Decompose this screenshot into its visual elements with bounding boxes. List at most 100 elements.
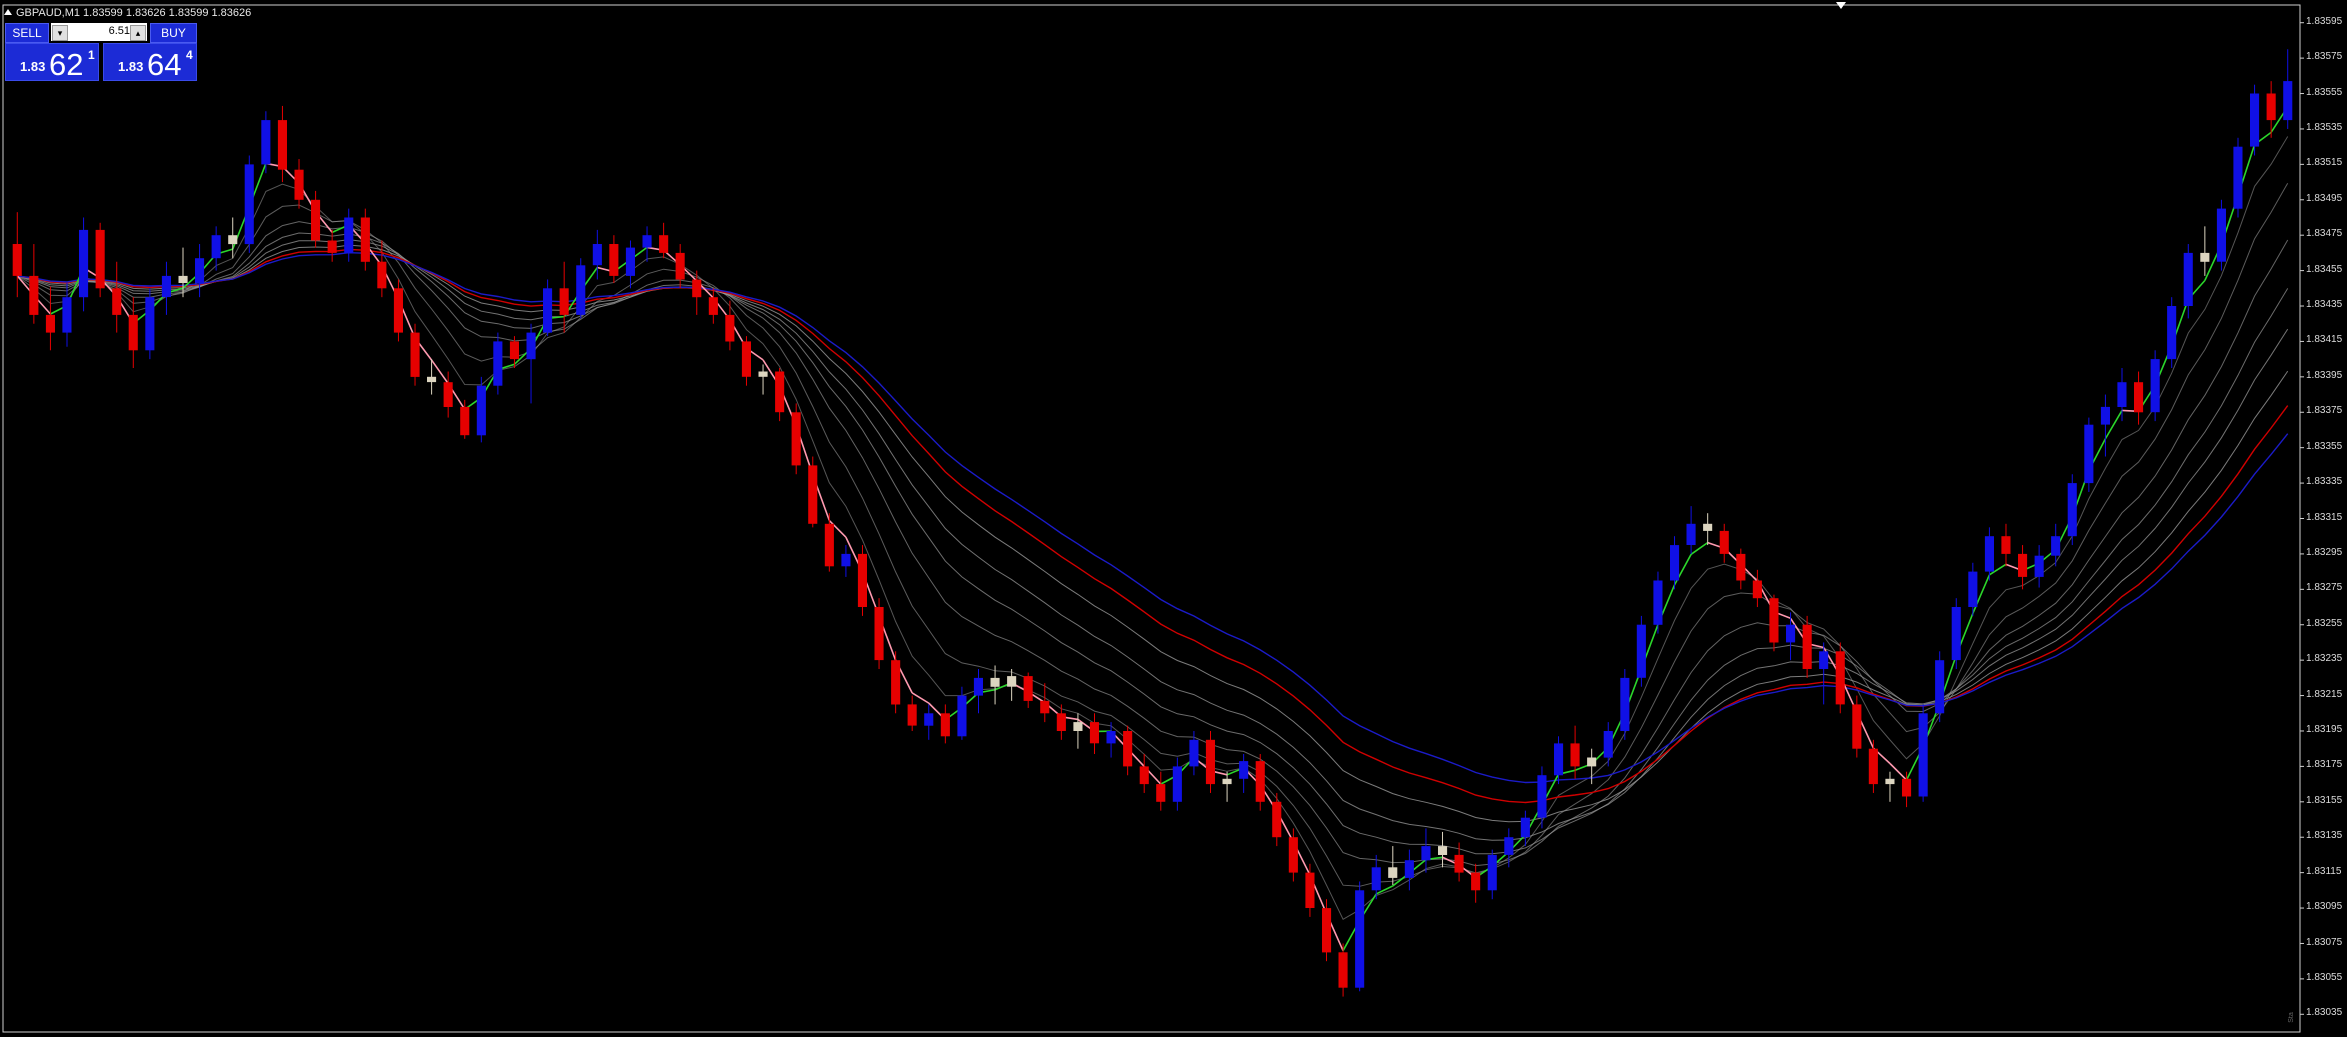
candle-body (1852, 704, 1862, 749)
price-axis-label: 1.83475 (2306, 228, 2343, 240)
candle-body (874, 607, 884, 661)
candle-body (1139, 766, 1149, 785)
candle-body (609, 244, 619, 276)
candle-body (2200, 252, 2210, 262)
candle-body (758, 371, 768, 377)
buy-button[interactable]: BUY (150, 23, 197, 43)
candle-body (625, 247, 635, 276)
candle-body (1040, 700, 1050, 714)
price-axis-label: 1.83335 (2306, 476, 2343, 488)
candle-body (2183, 252, 2193, 306)
price-axis-label: 1.83255 (2306, 617, 2343, 629)
sell-price-button[interactable]: 1.83 62 1 (5, 43, 99, 82)
price-axis-label: 1.83535 (2306, 121, 2343, 133)
candle-body (1471, 872, 1481, 891)
chart-shift-marker-icon[interactable] (1836, 2, 1846, 9)
candle-body (2134, 382, 2144, 413)
ribbon-ma-line (17, 182, 2289, 887)
slow-ma-red-line (17, 248, 2289, 804)
price-axis-label: 1.83215 (2306, 688, 2343, 700)
collapse-triangle-icon[interactable] (4, 9, 12, 15)
candle-body (1156, 784, 1166, 802)
candle-body (1769, 598, 1779, 643)
volume-down-icon[interactable]: ▾ (52, 25, 68, 41)
candle-body (294, 169, 304, 200)
ribbon-ma-line (17, 239, 2289, 841)
candle-body (2067, 483, 2077, 537)
candle-body (1189, 739, 1199, 767)
candle-body (940, 713, 950, 737)
candle-body (1868, 748, 1878, 785)
candle-body (708, 297, 718, 315)
candle-body (45, 314, 55, 333)
candle-body (1703, 523, 1713, 531)
bid-big-figure: 62 (49, 47, 84, 82)
chart-window[interactable]: GBPAUD,M1 1.83599 1.83626 1.83599 1.8362… (0, 0, 2347, 1037)
volume-stepper[interactable]: ▾ ▴ (51, 23, 147, 41)
candle-body (592, 244, 602, 266)
candle-body (1007, 676, 1017, 687)
price-axis-label: 1.83075 (2306, 936, 2343, 948)
candle-body (2034, 555, 2044, 577)
candle-body (1686, 523, 1696, 545)
candle-body (178, 275, 188, 283)
fast-ma-segment (911, 692, 930, 704)
candle-body (2150, 359, 2160, 413)
ask-prefix: 1.83 (118, 59, 144, 74)
candle-body (393, 288, 403, 333)
candle-body (642, 235, 652, 248)
candle-body (1802, 624, 1812, 669)
candle-body (2283, 81, 2293, 121)
candle-body (493, 341, 503, 386)
candle-body (990, 677, 1000, 687)
candle-body (1570, 743, 1580, 767)
candle-body (1918, 713, 1928, 797)
candle-body (1951, 607, 1961, 661)
candle-body (410, 332, 420, 377)
volume-up-icon[interactable]: ▴ (130, 25, 146, 41)
candle-body (2084, 424, 2094, 484)
candle-body (1587, 757, 1597, 767)
price-axis-label: 1.83035 (2306, 1007, 2343, 1019)
candle-body (907, 704, 917, 726)
volume-input[interactable] (68, 24, 132, 38)
candle-body (891, 660, 901, 705)
candle-body (195, 258, 205, 283)
price-axis-label: 1.83415 (2306, 334, 2343, 346)
buy-price-button[interactable]: 1.83 64 4 (103, 43, 197, 82)
candle-body (1023, 676, 1033, 701)
candle-body (2001, 536, 2011, 554)
candle-body (1786, 624, 1796, 643)
candle-body (476, 385, 486, 436)
candle-body (1123, 731, 1133, 767)
price-chart[interactable] (0, 0, 2347, 1037)
candle-body (1255, 761, 1265, 802)
candle-body (924, 713, 934, 726)
candle-body (1719, 530, 1729, 554)
candle-body (95, 229, 105, 289)
sell-button[interactable]: SELL (5, 23, 49, 43)
candle-body (1736, 553, 1746, 581)
candle-body (841, 553, 851, 567)
candle-body (1554, 743, 1564, 776)
candle-body (1537, 775, 1547, 818)
candle-body (1388, 867, 1398, 878)
price-axis-label: 1.83275 (2306, 582, 2343, 594)
candle-body (311, 199, 321, 241)
candle-body (1222, 778, 1232, 785)
candle-body (2117, 382, 2127, 407)
candle-body (145, 297, 155, 351)
candle-body (1504, 837, 1514, 855)
candle-body (1968, 571, 1978, 607)
fast-ma-segment (1889, 762, 1908, 781)
candle-body (277, 120, 287, 170)
candle-body (526, 332, 536, 360)
candle-body (1089, 722, 1099, 744)
candle-body (1520, 817, 1530, 838)
candle-body (659, 235, 669, 253)
price-axis-label: 1.83095 (2306, 901, 2343, 913)
ribbon-ma-line (17, 221, 2289, 867)
candle-body (1106, 731, 1116, 744)
candle-body (1421, 846, 1431, 861)
price-axis-label: 1.83375 (2306, 405, 2343, 417)
